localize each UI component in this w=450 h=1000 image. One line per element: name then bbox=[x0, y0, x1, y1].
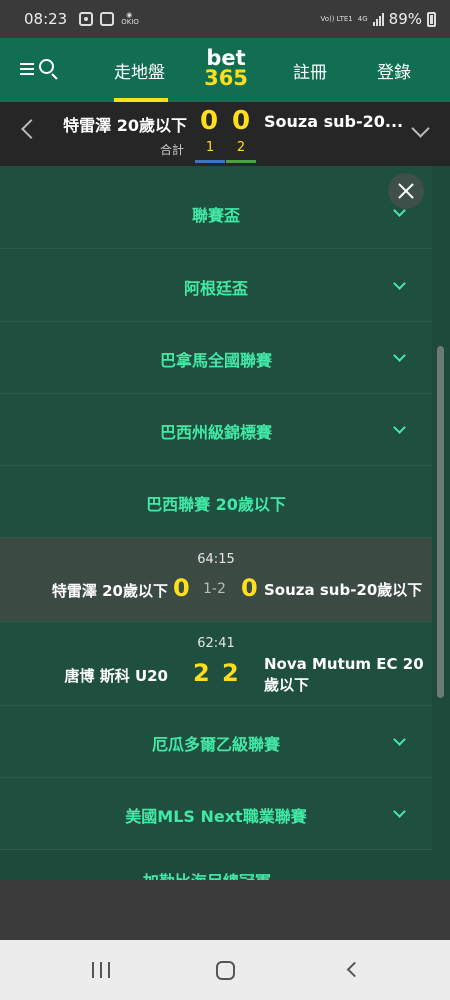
chevron-down-icon[interactable] bbox=[411, 119, 430, 138]
menu-icon bbox=[20, 63, 34, 78]
bottom-bar-empty bbox=[0, 880, 450, 940]
close-button[interactable] bbox=[388, 173, 424, 209]
competition-row[interactable]: 厄瓜多爾乙級聯賽 bbox=[0, 706, 432, 778]
match-scoreboard[interactable]: 特雷澤 20歲以下 0 0 Souza sub-20... 合計 1 2 bbox=[0, 102, 450, 166]
match-home-team: 唐博 斯科 U20 bbox=[64, 667, 169, 685]
competition-row[interactable]: 美國MLS Next職業聯賽 bbox=[0, 778, 432, 850]
competition-row[interactable]: 巴西州級錦標賽 bbox=[0, 394, 432, 466]
search-icon bbox=[39, 59, 54, 74]
total-label: 合計 bbox=[160, 143, 185, 157]
home-color-bar bbox=[195, 160, 225, 163]
network-type: 4G bbox=[357, 15, 368, 23]
volte-indicator: Vo)) LTE1 bbox=[320, 15, 353, 23]
competition-label: 聯賽盃 bbox=[191, 206, 240, 225]
match-row[interactable]: 62:41 唐博 斯科 U20 2 2 Nova Mutum EC 20歲以下 bbox=[0, 622, 432, 706]
nav-login[interactable]: 登錄 bbox=[377, 58, 411, 83]
match-away-score: 2 bbox=[222, 659, 239, 687]
competition-list[interactable]: 聯賽盃 阿根廷盃 巴拿馬全國聯賽 巴西州級錦標賽 巴西聯賽 20歲以下 64:1… bbox=[0, 166, 432, 880]
competition-label: 巴西聯賽 20歲以下 bbox=[146, 495, 286, 514]
system-nav-bar bbox=[0, 940, 450, 1000]
match-home-team: 特雷澤 20歲以下 bbox=[51, 582, 168, 600]
competition-row[interactable]: 聯賽盃 bbox=[0, 166, 432, 249]
scrollbar-thumb[interactable] bbox=[437, 346, 444, 698]
home-total: 1 bbox=[205, 140, 215, 155]
scoreboard-home-score: 0 bbox=[200, 106, 219, 136]
gallery-icon bbox=[100, 12, 115, 26]
competition-row-expanded[interactable]: 巴西聯賽 20歲以下 bbox=[0, 466, 432, 538]
competition-row[interactable]: 阿根廷盃 bbox=[0, 250, 432, 322]
match-away-team: Nova Mutum EC 20歲以下 bbox=[264, 655, 424, 694]
scoreboard-away-team: Souza sub-20... bbox=[264, 112, 404, 131]
match-home-score: 0 bbox=[173, 574, 190, 602]
status-bar: 08:23 ◉ OKIO Vo)) LTE1 4G 89% bbox=[0, 0, 450, 38]
nav-in-play[interactable]: 走地盤 bbox=[114, 58, 165, 83]
menu-search-button[interactable] bbox=[20, 58, 60, 82]
competition-label-partial[interactable]: 加勒比海足總冠軍... bbox=[0, 866, 432, 880]
battery-percent: 89% bbox=[388, 10, 422, 28]
match-clock: 62:41 bbox=[197, 636, 235, 651]
radio-icon: ◉ OKIO bbox=[121, 11, 139, 26]
bet365-logo[interactable]: bet 365 bbox=[201, 48, 251, 89]
competition-label: 厄瓜多爾乙級聯賽 bbox=[151, 735, 280, 754]
match-total-score: 1-2 bbox=[203, 581, 226, 597]
competition-label: 美國MLS Next職業聯賽 bbox=[125, 807, 307, 826]
home-icon[interactable] bbox=[216, 961, 235, 980]
match-away-score: 0 bbox=[241, 574, 258, 602]
chevron-left-icon[interactable] bbox=[21, 119, 41, 139]
status-time: 08:23 bbox=[24, 10, 68, 28]
match-home-score: 2 bbox=[193, 659, 210, 687]
away-total: 2 bbox=[236, 140, 246, 155]
match-clock: 64:15 bbox=[197, 552, 235, 567]
competition-label: 巴拿馬全國聯賽 bbox=[159, 351, 272, 370]
competition-label: 巴西州級錦標賽 bbox=[159, 423, 272, 442]
battery-icon bbox=[427, 11, 436, 27]
recent-apps-icon[interactable] bbox=[92, 962, 110, 978]
signal-icon bbox=[372, 12, 384, 26]
nav-register[interactable]: 註冊 bbox=[293, 58, 327, 83]
competition-label: 阿根廷盃 bbox=[183, 279, 248, 298]
match-row[interactable]: 64:15 特雷澤 20歲以下 0 1-2 0 Souza sub-20歲以下 bbox=[0, 538, 432, 622]
notification-icon bbox=[79, 12, 94, 26]
back-icon[interactable] bbox=[346, 961, 363, 978]
away-color-bar bbox=[226, 160, 256, 163]
app-header: 走地盤 bet 365 註冊 登錄 bbox=[0, 38, 450, 102]
competition-row[interactable]: 巴拿馬全國聯賽 bbox=[0, 322, 432, 394]
scoreboard-away-score: 0 bbox=[232, 106, 251, 136]
scoreboard-home-team: 特雷澤 20歲以下 bbox=[63, 116, 187, 135]
match-away-team: Souza sub-20歲以下 bbox=[264, 581, 423, 599]
